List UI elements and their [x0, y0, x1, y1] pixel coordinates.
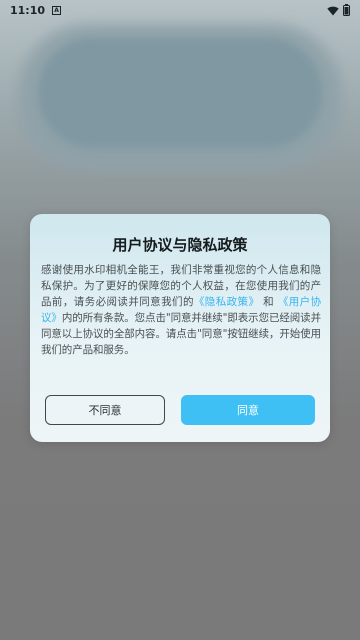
body-text-2: 内的所有条款。您点击"同意并继续"即表示您已经阅读并同意以上协议的全部内容。请点…: [41, 312, 321, 356]
status-icons: [327, 1, 350, 20]
privacy-policy-link[interactable]: 《隐私政策》: [194, 296, 260, 308]
wifi-icon: [327, 1, 339, 20]
and-text: 和: [259, 296, 278, 308]
disagree-button[interactable]: 不同意: [45, 395, 165, 425]
battery-icon: [343, 1, 350, 20]
privacy-dialog: 用户协议与隐私政策 感谢使用水印相机全能王，我们非常重视您的个人信息和隐私保护。…: [30, 214, 330, 442]
dialog-body: 感谢使用水印相机全能王，我们非常重视您的个人信息和隐私保护。为了更好的保障您的个…: [41, 262, 321, 358]
background-banner-inner: [38, 38, 322, 148]
status-time: 11:10: [10, 3, 46, 17]
notification-a-icon: A: [52, 5, 62, 15]
status-bar: 11:10 A: [0, 0, 360, 20]
agree-button[interactable]: 同意: [181, 395, 315, 425]
dialog-title: 用户协议与隐私政策: [112, 236, 248, 254]
